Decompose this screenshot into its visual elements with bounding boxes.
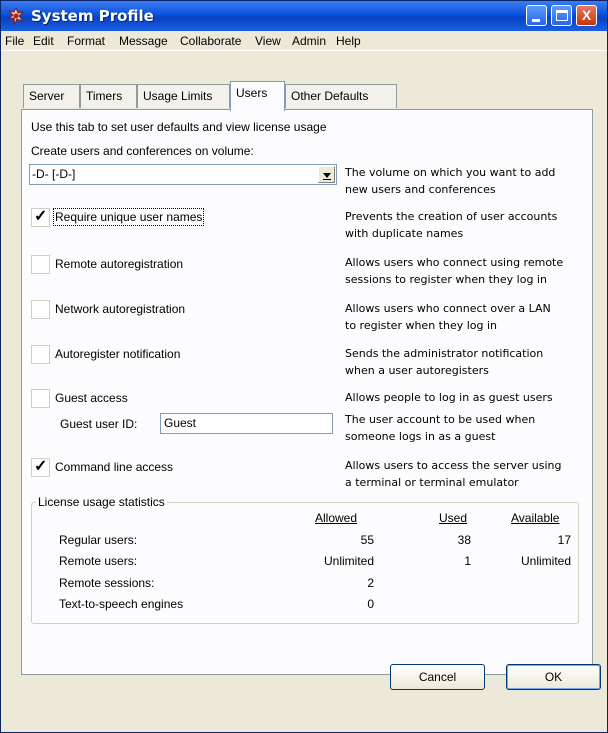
header-allowed: Allowed [315,511,358,525]
guest-access-label[interactable]: Guest access [55,391,128,405]
network-autoreg-desc-line1: Allows users who connect over a LAN [345,302,551,315]
row-remote-sessions-label: Remote sessions: [59,576,155,590]
guest-user-desc-line2: someone logs in as a guest [345,430,496,443]
minimize-icon [532,19,540,22]
header-used: Used [439,511,468,525]
autoreg-notify-desc-line1: Sends the administrator notification [345,347,544,360]
row-tts-engines-label: Text-to-speech engines [59,597,184,611]
row-remote-users-allowed: Unlimited [323,554,374,568]
require-unique-label[interactable]: Require unique user names [52,208,205,226]
require-unique-desc-line1: Prevents the creation of user accounts [345,210,558,223]
network-autoreg-checkbox[interactable] [31,300,50,319]
guest-access-desc: Allows people to log in as guest users [345,391,553,404]
system-profile-window: System Profile X File Edit Format Messag… [0,0,608,733]
maximize-icon [556,10,568,21]
tab-usage-limits[interactable]: Usage Limits [137,84,230,108]
network-autoreg-desc-line2: to register when they log in [345,319,498,332]
menu-bar: File Edit Format Message Collaborate Vie… [1,31,607,51]
row-regular-users-label: Regular users: [59,533,138,547]
checkmark-icon: ✓ [34,458,48,475]
command-line-checkbox[interactable]: ✓ [31,458,50,477]
row-remote-users-available: Unlimited [520,554,571,568]
menu-collaborate[interactable]: Collaborate [180,34,241,48]
command-line-desc-line1: Allows users to access the server using [345,459,562,472]
intro-text: Use this tab to set user defaults and vi… [31,120,327,134]
menu-file[interactable]: File [5,34,24,48]
volume-desc-line2: new users and conferences [345,183,496,196]
volume-label: Create users and conferences on volume: [31,144,254,158]
checkmark-icon: ✓ [34,208,48,225]
close-button[interactable]: X [576,5,597,26]
menu-message[interactable]: Message [119,34,168,48]
row-regular-users-allowed: 55 [360,533,374,547]
remote-autoreg-label[interactable]: Remote autoregistration [55,257,183,271]
tab-users[interactable]: Users [230,81,285,111]
require-unique-desc-line2: with duplicate names [345,227,464,240]
row-remote-users-used: 1 [464,554,471,568]
guest-user-id-field[interactable]: Guest [160,413,333,434]
guest-access-checkbox[interactable] [31,389,50,408]
autoreg-notify-desc-line2: when a user autoregisters [345,364,489,377]
menu-format[interactable]: Format [67,34,105,48]
dropdown-arrow-icon[interactable] [318,166,335,183]
ok-button[interactable]: OK [506,664,601,690]
row-regular-users-used: 38 [457,533,471,547]
volume-desc-line1: The volume on which you want to add [345,166,556,179]
row-tts-engines-allowed: 0 [367,597,374,611]
autoreg-notify-label[interactable]: Autoregister notification [55,347,180,361]
require-unique-checkbox[interactable]: ✓ [31,208,50,227]
window-title: System Profile [31,7,154,25]
title-bar[interactable]: System Profile X [1,1,607,31]
maximize-button[interactable] [551,5,572,26]
menu-help[interactable]: Help [336,34,361,48]
tab-timers[interactable]: Timers [80,84,137,108]
tab-other-defaults[interactable]: Other Defaults [285,84,397,108]
autoreg-notify-checkbox[interactable] [31,345,50,364]
guest-user-id-label: Guest user ID: [60,417,138,431]
header-available: Available [511,511,560,525]
cancel-button[interactable]: Cancel [390,664,485,690]
tab-server[interactable]: Server [23,84,80,108]
volume-select-value: -D- [-D-] [32,167,76,181]
volume-select[interactable]: -D- [-D-] [29,164,337,185]
row-remote-sessions-allowed: 2 [367,576,374,590]
row-regular-users-available: 17 [557,533,571,547]
network-autoreg-label[interactable]: Network autoregistration [55,302,185,316]
guest-user-desc-line1: The user account to be used when [345,413,536,426]
remote-autoreg-desc-line2: sessions to register when they log in [345,273,547,286]
menu-edit[interactable]: Edit [33,34,54,48]
menu-view[interactable]: View [255,34,281,48]
command-line-label[interactable]: Command line access [55,460,173,474]
remote-autoreg-desc-line1: Allows users who connect using remote [345,256,564,269]
minimize-button[interactable] [526,5,547,26]
close-icon: X [581,7,592,23]
license-usage-title: License usage statistics [36,495,167,509]
row-remote-users-label: Remote users: [59,554,138,568]
menu-admin[interactable]: Admin [292,34,326,48]
remote-autoreg-checkbox[interactable] [31,255,50,274]
app-icon [7,6,25,26]
command-line-desc-line2: a terminal or terminal emulator [345,476,519,489]
